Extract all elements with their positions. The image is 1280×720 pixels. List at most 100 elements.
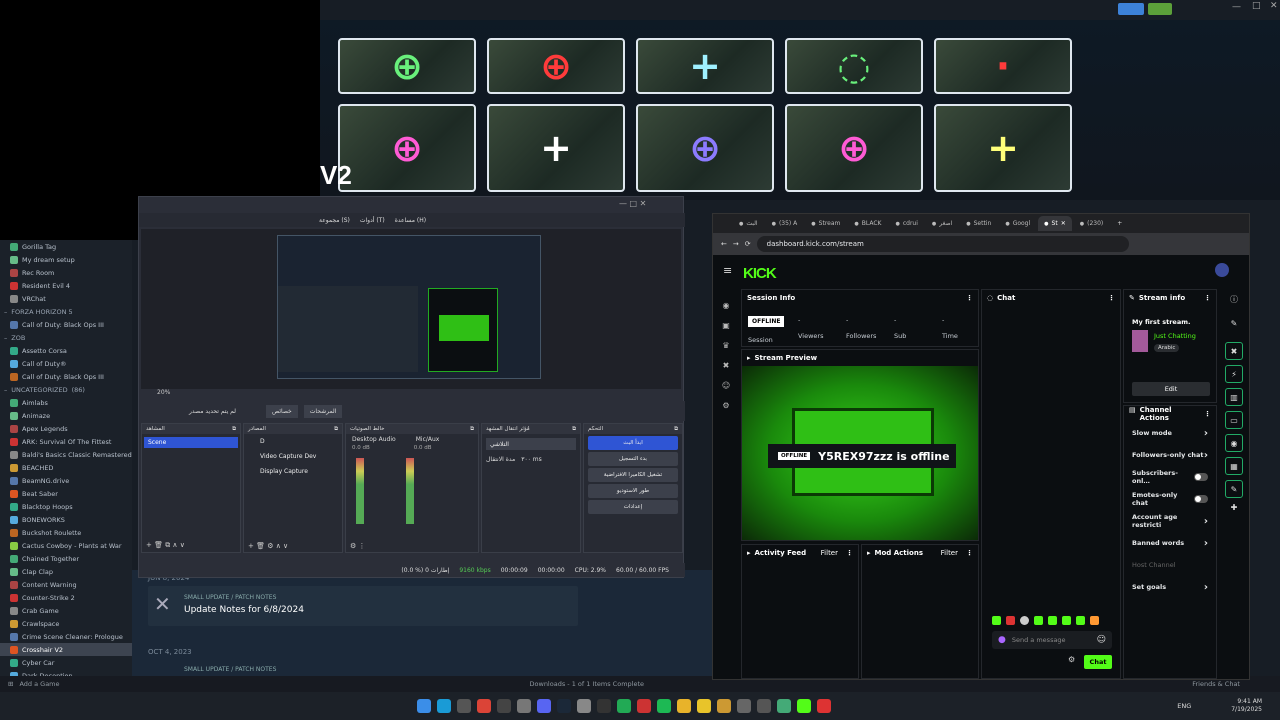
library-game-item[interactable]: Call of Duty: Black Ops III <box>0 370 132 383</box>
library-game-item[interactable]: Rec Room <box>0 266 132 279</box>
info-icon[interactable]: ⓘ <box>1221 294 1247 305</box>
edge-icon[interactable] <box>437 699 451 713</box>
library-game-item[interactable]: My dream setup <box>0 253 132 266</box>
start-streaming-button[interactable]: ابدأ البث <box>588 436 678 450</box>
menu-help[interactable]: مساعدة (H) <box>395 217 426 224</box>
scene-item[interactable]: Scene <box>144 437 238 448</box>
chat-send-button[interactable]: Chat <box>1084 655 1112 669</box>
channel-action-item[interactable]: Followers-only chat › <box>1124 444 1216 466</box>
friends-icon[interactable] <box>1148 3 1172 15</box>
trophy-icon[interactable]: ♛ <box>719 336 733 356</box>
broadcast-rail-icon[interactable]: ◉ <box>1225 434 1243 452</box>
crosshair-tile[interactable]: ⊕ <box>338 104 476 192</box>
folder-icon[interactable] <box>677 699 691 713</box>
chat-settings-icon[interactable]: ⚙ <box>1068 655 1075 664</box>
dock-float-icon[interactable]: ⧉ <box>572 426 576 433</box>
library-game-item[interactable]: Assetto Corsa <box>0 344 132 357</box>
library-game-item[interactable]: Baldi's Basics Classic Remastered <box>0 448 132 461</box>
crosshair-tile[interactable]: + <box>636 38 774 94</box>
browser-tab[interactable]: ● البث <box>733 216 764 231</box>
virtual-camera-button[interactable]: تشغيل الكاميرا الافتراضية <box>588 468 678 482</box>
app-icon[interactable] <box>757 699 771 713</box>
library-game-item[interactable]: Content Warning <box>0 578 132 591</box>
clock[interactable]: 9:41 AM 7/19/2025 <box>1231 698 1262 714</box>
channel-action-item[interactable]: Subscribers-onl… <box>1124 466 1216 488</box>
obs-preview-canvas[interactable] <box>141 229 681 389</box>
app-icon[interactable] <box>737 699 751 713</box>
app-icon[interactable] <box>517 699 531 713</box>
library-game-item[interactable]: Buckshot Roulette <box>0 526 132 539</box>
chat-input[interactable]: ● Send a message ☺ <box>992 631 1112 649</box>
dock-float-icon[interactable]: ⧉ <box>674 426 678 433</box>
library-game-item[interactable]: Counter-Strike 2 <box>0 591 132 604</box>
broadcast-icon[interactable]: ◉ <box>719 296 733 316</box>
browser-tab[interactable]: ● BLACK <box>848 216 887 231</box>
crosshair-tile[interactable]: ⊕ <box>338 38 476 94</box>
library-game-item[interactable]: ARK: Survival Of The Fittest <box>0 435 132 448</box>
browser-tab[interactable]: ● (230) <box>1074 216 1110 231</box>
properties-button[interactable]: خصائص <box>266 404 298 418</box>
reload-icon[interactable]: ⟳ <box>745 240 751 248</box>
emote[interactable] <box>1090 616 1099 625</box>
channel-action-item[interactable]: Emotes-only chat <box>1124 488 1216 510</box>
library-category-header[interactable]: – ZOB <box>0 331 132 344</box>
friends-chat-link[interactable]: Friends & Chat <box>1192 680 1240 688</box>
library-game-item[interactable]: Apex Legends <box>0 422 132 435</box>
emote[interactable] <box>1062 616 1071 625</box>
library-game-item[interactable]: BONEWORKS <box>0 513 132 526</box>
channel-action-item[interactable]: Banned words › <box>1124 532 1216 554</box>
menu-icon[interactable]: ≡ <box>723 264 732 277</box>
steam-icon[interactable] <box>557 699 571 713</box>
obs-window-controls[interactable]: — □ ✕ <box>619 199 646 208</box>
lightning-icon[interactable]: ⚡ <box>1225 365 1243 383</box>
library-game-item[interactable]: Gorilla Tag <box>0 240 132 253</box>
dock-float-icon[interactable]: ⧉ <box>470 426 474 433</box>
channel-action-item[interactable]: Account age restricti › <box>1124 510 1216 532</box>
users-icon[interactable]: ☺ <box>719 376 733 396</box>
browser-tab[interactable]: ● cdrui <box>889 216 923 231</box>
wrench-rail-icon[interactable]: ✎ <box>1225 480 1243 498</box>
discord-icon[interactable] <box>537 699 551 713</box>
library-game-item[interactable]: Call of Duty: Black Ops III <box>0 318 132 331</box>
mod-filter-button[interactable]: Filter <box>941 549 958 557</box>
source-toolbar-icons[interactable]: + 🗑 ⚙ ∧ ∨ <box>248 542 288 550</box>
transition-select[interactable]: التلاشي <box>486 438 576 450</box>
spotify-icon[interactable] <box>657 699 671 713</box>
library-game-item[interactable]: Chained Together <box>0 552 132 565</box>
chrome-icon[interactable] <box>477 699 491 713</box>
filters-button[interactable]: المرشحات <box>303 404 343 418</box>
app-icon[interactable] <box>577 699 591 713</box>
studio-mode-button[interactable]: طور الاستوديو <box>588 484 678 498</box>
settings-gear-icon[interactable]: ⚙ <box>719 396 733 416</box>
avatar[interactable] <box>1215 263 1229 277</box>
crosshair-tile[interactable]: ⊕ <box>636 104 774 192</box>
obs-icon[interactable] <box>597 699 611 713</box>
mic-icon[interactable]: ● <box>998 635 1006 645</box>
rail-tools-icon[interactable]: ✖ <box>1225 342 1243 360</box>
app-icon[interactable] <box>817 699 831 713</box>
duration-input[interactable]: ٣٠٠ ms <box>521 456 542 463</box>
app-icon[interactable] <box>717 699 731 713</box>
channel-action-item[interactable]: Host Channel <box>1124 554 1216 576</box>
tab-close-icon[interactable]: ✕ <box>1061 220 1066 227</box>
minimize-icon[interactable]: — <box>1232 2 1241 12</box>
browser-tab[interactable]: ● (35) A <box>766 216 804 231</box>
emote[interactable] <box>1020 616 1029 625</box>
explorer-icon[interactable] <box>457 699 471 713</box>
toggle-switch[interactable] <box>1194 495 1208 503</box>
app-icon[interactable] <box>617 699 631 713</box>
edit-button[interactable]: Edit <box>1132 382 1210 396</box>
channel-action-item[interactable]: Set goals › <box>1124 576 1216 598</box>
library-game-item[interactable]: Aimlabs <box>0 396 132 409</box>
activity-filter-button[interactable]: Filter <box>821 549 838 557</box>
library-game-item[interactable]: Cyber Car <box>0 656 132 669</box>
browser-tab[interactable]: ● St ✕ <box>1038 216 1072 231</box>
forward-icon[interactable]: → <box>733 240 739 248</box>
language-indicator[interactable]: ENG <box>1177 702 1191 710</box>
more-icon[interactable]: ⋮ <box>1204 294 1211 302</box>
tools-icon[interactable]: ✖ <box>719 356 733 376</box>
mixer-toolbar-icons[interactable]: ⚙ ⋮ <box>350 542 366 550</box>
close-icon[interactable]: ✕ <box>1270 1 1278 11</box>
library-category-header[interactable]: – UNCATEGORIZED (86) <box>0 383 132 396</box>
settings-button[interactable]: إعدادات <box>588 500 678 514</box>
